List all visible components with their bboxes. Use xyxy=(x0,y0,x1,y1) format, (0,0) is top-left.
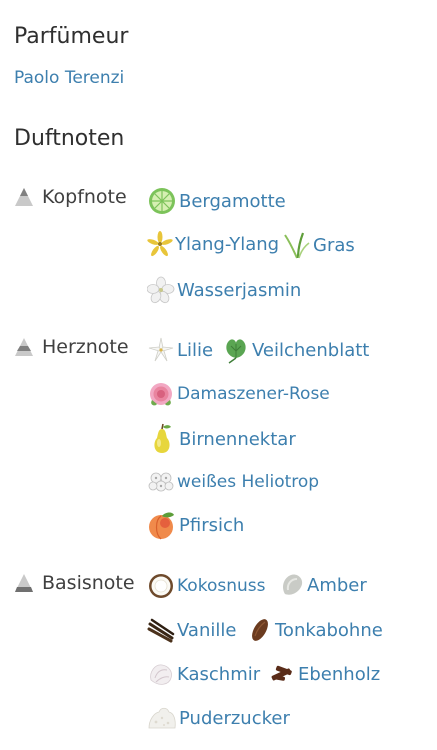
note-label: Gras xyxy=(313,234,355,256)
note-kaschmir[interactable]: Kaschmir xyxy=(147,660,260,688)
tonka-bean-icon xyxy=(252,619,268,641)
note-weisses-heliotrop[interactable]: weißes Heliotrop xyxy=(147,468,319,496)
note-pfirsich[interactable]: Pfirsich xyxy=(147,510,244,540)
note-bergamotte[interactable]: Bergamotte xyxy=(147,186,286,216)
note-amber[interactable]: Amber xyxy=(279,572,367,598)
note-label: Ylang-Ylang xyxy=(175,233,280,255)
tier-heart: Herznote xyxy=(14,336,129,358)
pyramid-icon xyxy=(15,574,33,592)
note-birnennektar[interactable]: Birnennektar xyxy=(147,423,296,455)
note-label: Kokosnuss xyxy=(177,576,266,596)
pear-icon xyxy=(154,423,171,453)
pyramid-icon xyxy=(15,188,33,206)
note-label: Ebenholz xyxy=(298,663,381,685)
vanilla-icon xyxy=(147,618,175,643)
note-label: Vanille xyxy=(177,619,237,641)
note-wasserjasmin[interactable]: Wasserjasmin xyxy=(147,276,301,304)
peach-icon xyxy=(149,512,174,540)
note-label: Lilie xyxy=(177,339,214,361)
ebony-icon xyxy=(271,665,292,681)
water-jasmine-icon xyxy=(147,276,175,304)
note-veilchenblatt[interactable]: Veilchenblatt xyxy=(222,336,369,364)
pyramid-icon xyxy=(15,338,33,356)
note-label: Damaszener-Rose xyxy=(177,384,330,404)
note-label: Puderzucker xyxy=(179,707,290,729)
note-damaszener-rose[interactable]: Damaszener-Rose xyxy=(147,380,330,408)
notes-heading: Duftnoten xyxy=(14,126,125,151)
note-kokosnuss[interactable]: Kokosnuss xyxy=(147,572,265,600)
rose-icon xyxy=(150,383,172,406)
note-label: Veilchenblatt xyxy=(252,339,370,361)
note-label: Amber xyxy=(307,574,367,596)
note-label: Tonkabohne xyxy=(275,619,383,641)
amber-icon xyxy=(283,574,303,595)
perfumer-heading: Parfümeur xyxy=(14,24,129,49)
tier-top-label: Kopfnote xyxy=(42,186,127,208)
tier-base-label: Basisnote xyxy=(42,572,135,594)
ylang-ylang-icon xyxy=(147,231,173,257)
note-ylang-ylang[interactable]: Ylang-Ylang xyxy=(147,231,279,257)
tier-base: Basisnote xyxy=(14,572,135,594)
note-vanille[interactable]: Vanille xyxy=(147,616,236,644)
lily-icon xyxy=(148,337,174,362)
note-label: Pfirsich xyxy=(179,514,245,536)
coconut-icon xyxy=(149,574,173,598)
note-lilie[interactable]: Lilie xyxy=(147,336,213,364)
note-label: Birnennektar xyxy=(179,428,296,450)
note-label: weißes Heliotrop xyxy=(177,472,320,492)
note-label: Wasserjasmin xyxy=(177,279,302,301)
note-tonkabohne[interactable]: Tonkabohne xyxy=(247,616,383,644)
note-label: Bergamotte xyxy=(179,190,286,212)
tier-heart-label: Herznote xyxy=(42,336,129,358)
note-ebenholz[interactable]: Ebenholz xyxy=(268,660,380,688)
note-puderzucker[interactable]: Puderzucker xyxy=(147,704,290,732)
powdered-sugar-icon xyxy=(148,707,176,729)
bergamot-icon xyxy=(149,188,175,214)
grass-icon xyxy=(284,232,310,259)
heliotrope-icon xyxy=(148,472,174,492)
tier-top: Kopfnote xyxy=(14,186,127,208)
note-label: Kaschmir xyxy=(177,663,261,685)
note-gras[interactable]: Gras xyxy=(283,231,355,259)
perfumer-link[interactable]: Paolo Terenzi xyxy=(14,68,124,88)
cashmere-icon xyxy=(150,664,172,685)
violet-leaf-icon xyxy=(226,339,246,364)
